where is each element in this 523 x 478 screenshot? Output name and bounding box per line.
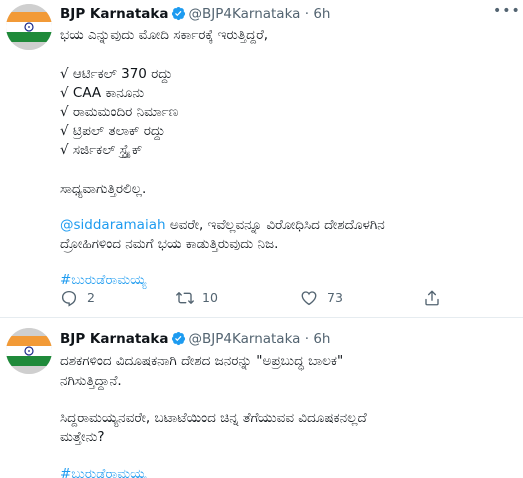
- hashtag-link[interactable]: #ಬುರುಡೆರಾಮಯ್ಯ: [60, 270, 146, 290]
- author-name[interactable]: BJP Karnataka: [60, 331, 169, 347]
- mention-link[interactable]: @siddaramaiah: [60, 217, 166, 233]
- tweet-header: BJP Karnataka @BJP4Karnataka · 6h: [60, 329, 517, 349]
- tweet-line: ಸಿದ್ದರಾಮಯ್ಯನವರೇ, ಬಟಾಟೆಯಿಂದ ಚಿನ್ನ ತೆಗೆಯುವ…: [60, 410, 367, 426]
- hashtag-link[interactable]: #ಬುರುಡೆರಾಮಯ್ಯ: [60, 464, 146, 478]
- like-count: 73: [327, 290, 343, 305]
- tweet-line: ದ್ರೋಹಿಗಳಿಂದ ನಮಗೆ ಭಯ ಕಾಡುತ್ತಿರುವುದು ನಿಜ.: [60, 236, 279, 252]
- tweet-line: ದಶಕಗಳಿಂದ ವಿದೂಷಕನಾಗಿ ದೇಶದ ಜನರನ್ನು "ಅಪ್ರಬು…: [60, 353, 344, 369]
- retweet-icon: [176, 292, 194, 304]
- tweet-line: ಭಯ ಎನ್ನುವುದು ಮೋದಿ ಸರ್ಕಾರಕ್ಕೆ ಇರುತ್ತಿದ್ದರ…: [60, 27, 269, 43]
- tweet-header: BJP Karnataka @BJP4Karnataka · 6h •••: [60, 4, 520, 27]
- tweet-line: √ ಆರ್ಟಿಕಲ್ 370 ರದ್ದು: [60, 66, 173, 82]
- tweet-line: @siddaramaiah ಅವರೇ, ಇವೆಲ್ಲವನ್ನೂ ವಿರೋಧಿಸಿ…: [60, 215, 385, 235]
- tweet[interactable]: BJP Karnataka @BJP4Karnataka · 6h ದಶಕಗಳಿಂ…: [0, 320, 523, 478]
- verified-badge-icon: [171, 331, 186, 352]
- separator-dot: ·: [304, 331, 310, 347]
- more-dots-icon[interactable]: •••: [493, 4, 520, 24]
- author-handle[interactable]: @BJP4Karnataka: [189, 6, 301, 22]
- tweet-text: ಭಯ ಎನ್ನುವುದು ಮೋದಿ ಸರ್ಕಾರಕ್ಕೆ ಇರುತ್ತಿದ್ದರ…: [60, 25, 513, 288]
- tweet-line: ನಗಿಸುತ್ತಿದ್ದಾನೆ.: [60, 373, 122, 389]
- indian-flag-avatar-image: [6, 328, 52, 374]
- tweet-line: ಸಾಧ್ಯವಾಗುತ್ತಿರಲಿಲ್ಲ.: [60, 181, 147, 197]
- tweet-line-text: ಅವರೇ, ಇವೆಲ್ಲವನ್ನೂ ವಿರೋಧಿಸಿದ ದೇಶದೊಳಗಿನ: [169, 217, 385, 233]
- tweet-timestamp[interactable]: 6h: [313, 331, 330, 347]
- indian-flag-avatar-image: [6, 4, 52, 50]
- share-icon: [425, 290, 439, 306]
- author-handle[interactable]: @BJP4Karnataka: [189, 331, 301, 347]
- tweet-line: √ CAA ಕಾನೂನು: [60, 85, 145, 101]
- tweet-timestamp[interactable]: 6h: [313, 6, 330, 22]
- avatar[interactable]: [6, 328, 52, 374]
- retweet-count: 10: [202, 290, 218, 305]
- author-name[interactable]: BJP Karnataka: [60, 6, 169, 22]
- reply-count: 2: [87, 290, 95, 305]
- verified-badge-icon: [171, 6, 186, 27]
- tweet[interactable]: BJP Karnataka @BJP4Karnataka · 6h ••• ಭಯ …: [0, 0, 523, 318]
- tweet-line: ಮತ್ತೇನು?: [60, 429, 105, 445]
- avatar[interactable]: [6, 4, 52, 50]
- separator-dot: ·: [304, 6, 310, 22]
- tweet-line: √ ಸರ್ಜಿಕಲ್ ಸ್ಟ್ರೈಕ್: [60, 142, 143, 158]
- heart-icon: [301, 291, 317, 306]
- reply-icon: [61, 290, 77, 307]
- tweet-text: ದಶಕಗಳಿಂದ ವಿದೂಷಕನಾಗಿ ದೇಶದ ಜನರನ್ನು "ಅಪ್ರಬು…: [60, 351, 513, 478]
- tweet-line: √ ರಾಮಮಂದಿರ ನಿರ್ಮಾಣ: [60, 104, 179, 120]
- tweet-actions: 2 10 73: [60, 288, 500, 308]
- tweet-line: √ ಟ್ರಿಪಲ್ ತಲಾಕ್ ರದ್ದು: [60, 123, 166, 139]
